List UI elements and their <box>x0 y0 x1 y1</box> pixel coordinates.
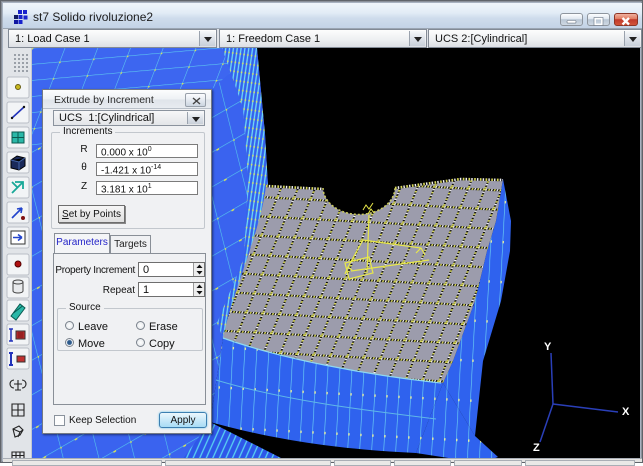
svg-text:Y: Y <box>544 341 552 353</box>
svg-text:X: X <box>622 406 630 418</box>
svg-text:Z: Z <box>533 442 540 454</box>
